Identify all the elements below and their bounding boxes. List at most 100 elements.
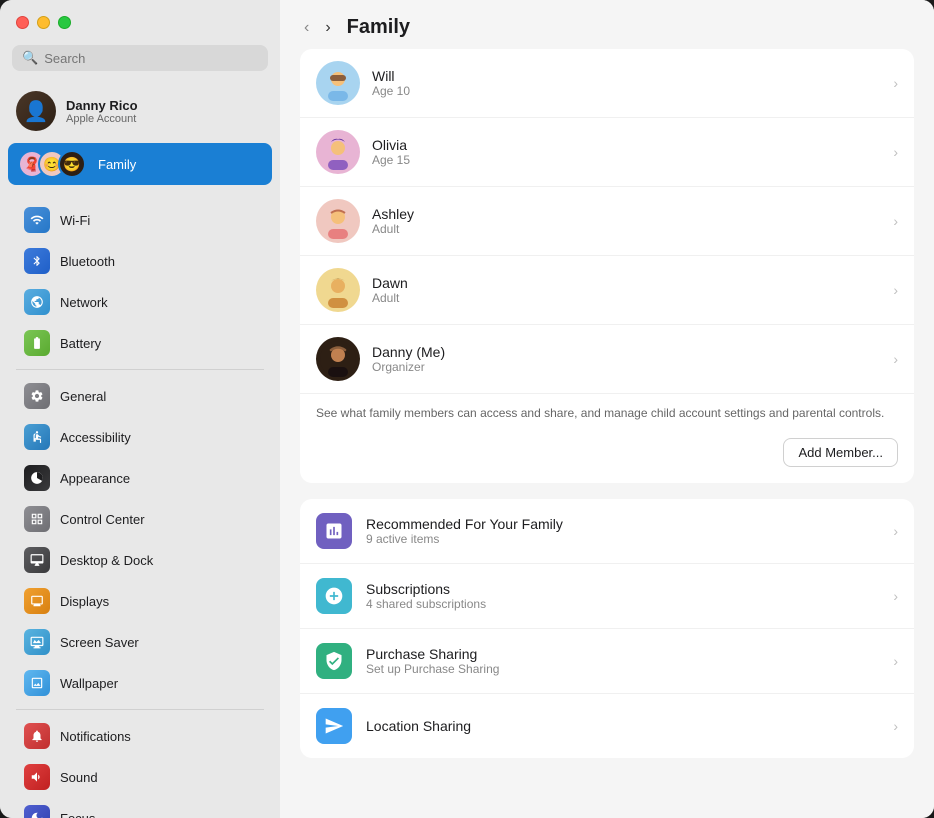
member-row-ashley[interactable]: Ashley Adult › [300, 187, 914, 256]
family-label: Family [98, 157, 136, 172]
network-icon [24, 289, 50, 315]
member-name-olivia: Olivia [372, 137, 881, 153]
desktop-icon [24, 547, 50, 573]
sound-icon [24, 764, 50, 790]
member-sub-olivia: Age 15 [372, 153, 881, 167]
member-row-danny[interactable]: Danny (Me) Organizer › [300, 325, 914, 394]
sidebar-items-list: Wi-Fi Bluetooth Network Ba [0, 199, 280, 818]
account-name: Danny Rico [66, 98, 138, 113]
chevron-olivia: › [893, 144, 898, 160]
bluetooth-label: Bluetooth [60, 254, 115, 269]
member-info-dawn: Dawn Adult [372, 275, 881, 305]
control-label: Control Center [60, 512, 145, 527]
subscriptions-icon [316, 578, 352, 614]
account-info: Danny Rico Apple Account [66, 98, 138, 125]
member-info-danny: Danny (Me) Organizer [372, 344, 881, 374]
window: 🔍 👤 Danny Rico Apple Account 🧣 😊 😎 Famil… [0, 0, 934, 818]
sidebar-item-desktop[interactable]: Desktop & Dock [8, 540, 272, 580]
sidebar-item-wallpaper[interactable]: Wallpaper [8, 663, 272, 703]
maximize-button[interactable] [58, 16, 71, 29]
battery-icon [24, 330, 50, 356]
feature-info-subscriptions: Subscriptions 4 shared subscriptions [366, 581, 879, 611]
member-sub-danny: Organizer [372, 360, 881, 374]
sidebar-item-control[interactable]: Control Center [8, 499, 272, 539]
member-row-will[interactable]: Will Age 10 › [300, 49, 914, 118]
sidebar-item-displays[interactable]: Displays [8, 581, 272, 621]
sidebar-item-bluetooth[interactable]: Bluetooth [8, 241, 272, 281]
add-member-row: Add Member... [300, 426, 914, 483]
sidebar-item-general[interactable]: General [8, 376, 272, 416]
member-sub-will: Age 10 [372, 84, 881, 98]
feature-row-purchase[interactable]: Purchase Sharing Set up Purchase Sharing… [300, 629, 914, 694]
chevron-purchase: › [893, 653, 898, 669]
account-item[interactable]: 👤 Danny Rico Apple Account [0, 81, 280, 141]
avatar: 👤 [16, 91, 56, 131]
sidebar: 🔍 👤 Danny Rico Apple Account 🧣 😊 😎 Famil… [0, 0, 280, 818]
bluetooth-icon [24, 248, 50, 274]
screensaver-label: Screen Saver [60, 635, 139, 650]
main-content: ‹ › Family [280, 0, 934, 818]
member-info-ashley: Ashley Adult [372, 206, 881, 236]
battery-label: Battery [60, 336, 101, 351]
feature-info-purchase: Purchase Sharing Set up Purchase Sharing [366, 646, 879, 676]
feature-name-location: Location Sharing [366, 718, 879, 734]
chevron-subscriptions: › [893, 588, 898, 604]
member-info-will: Will Age 10 [372, 68, 881, 98]
member-sub-ashley: Adult [372, 222, 881, 236]
member-avatar-dawn [316, 268, 360, 312]
sidebar-item-network[interactable]: Network [8, 282, 272, 322]
sidebar-item-family[interactable]: 🧣 😊 😎 Family [8, 143, 272, 185]
close-button[interactable] [16, 16, 29, 29]
sidebar-item-focus[interactable]: Focus [8, 798, 272, 818]
feature-row-recommended[interactable]: Recommended For Your Family 9 active ite… [300, 499, 914, 564]
family-description: See what family members can access and s… [300, 394, 914, 426]
appearance-label: Appearance [60, 471, 130, 486]
feature-name-subscriptions: Subscriptions [366, 581, 879, 597]
sidebar-item-appearance[interactable]: Appearance [8, 458, 272, 498]
feature-name-purchase: Purchase Sharing [366, 646, 879, 662]
appearance-icon [24, 465, 50, 491]
features-card: Recommended For Your Family 9 active ite… [300, 499, 914, 758]
feature-row-subscriptions[interactable]: Subscriptions 4 shared subscriptions › [300, 564, 914, 629]
member-row-olivia[interactable]: Olivia Age 15 › [300, 118, 914, 187]
wifi-icon [24, 207, 50, 233]
network-label: Network [60, 295, 108, 310]
forward-button[interactable]: › [321, 17, 334, 39]
notifications-label: Notifications [60, 729, 131, 744]
sidebar-item-notifications[interactable]: Notifications [8, 716, 272, 756]
desktop-label: Desktop & Dock [60, 553, 153, 568]
member-row-dawn[interactable]: Dawn Adult › [300, 256, 914, 325]
accessibility-icon [24, 424, 50, 450]
family-avatars: 🧣 😊 😎 [18, 150, 86, 178]
member-name-dawn: Dawn [372, 275, 881, 291]
screensaver-icon [24, 629, 50, 655]
feature-row-location[interactable]: Location Sharing › [300, 694, 914, 758]
displays-label: Displays [60, 594, 109, 609]
account-subtitle: Apple Account [66, 113, 138, 125]
member-sub-dawn: Adult [372, 291, 881, 305]
add-member-button[interactable]: Add Member... [783, 438, 898, 467]
sidebar-item-screensaver[interactable]: Screen Saver [8, 622, 272, 662]
search-container: 🔍 [0, 41, 280, 81]
general-icon [24, 383, 50, 409]
wallpaper-label: Wallpaper [60, 676, 118, 691]
purchase-icon [316, 643, 352, 679]
sound-label: Sound [60, 770, 98, 785]
sidebar-item-battery[interactable]: Battery [8, 323, 272, 363]
search-input[interactable] [44, 51, 258, 66]
chevron-recommended: › [893, 523, 898, 539]
control-icon [24, 506, 50, 532]
sidebar-item-accessibility[interactable]: Accessibility [8, 417, 272, 457]
feature-sub-subscriptions: 4 shared subscriptions [366, 597, 879, 611]
back-button[interactable]: ‹ [300, 17, 313, 39]
traffic-lights [0, 0, 280, 41]
notifications-icon [24, 723, 50, 749]
minimize-button[interactable] [37, 16, 50, 29]
chevron-dawn: › [893, 282, 898, 298]
member-name-danny: Danny (Me) [372, 344, 881, 360]
displays-icon [24, 588, 50, 614]
sidebar-item-wifi[interactable]: Wi-Fi [8, 200, 272, 240]
member-name-ashley: Ashley [372, 206, 881, 222]
wallpaper-icon [24, 670, 50, 696]
sidebar-item-sound[interactable]: Sound [8, 757, 272, 797]
